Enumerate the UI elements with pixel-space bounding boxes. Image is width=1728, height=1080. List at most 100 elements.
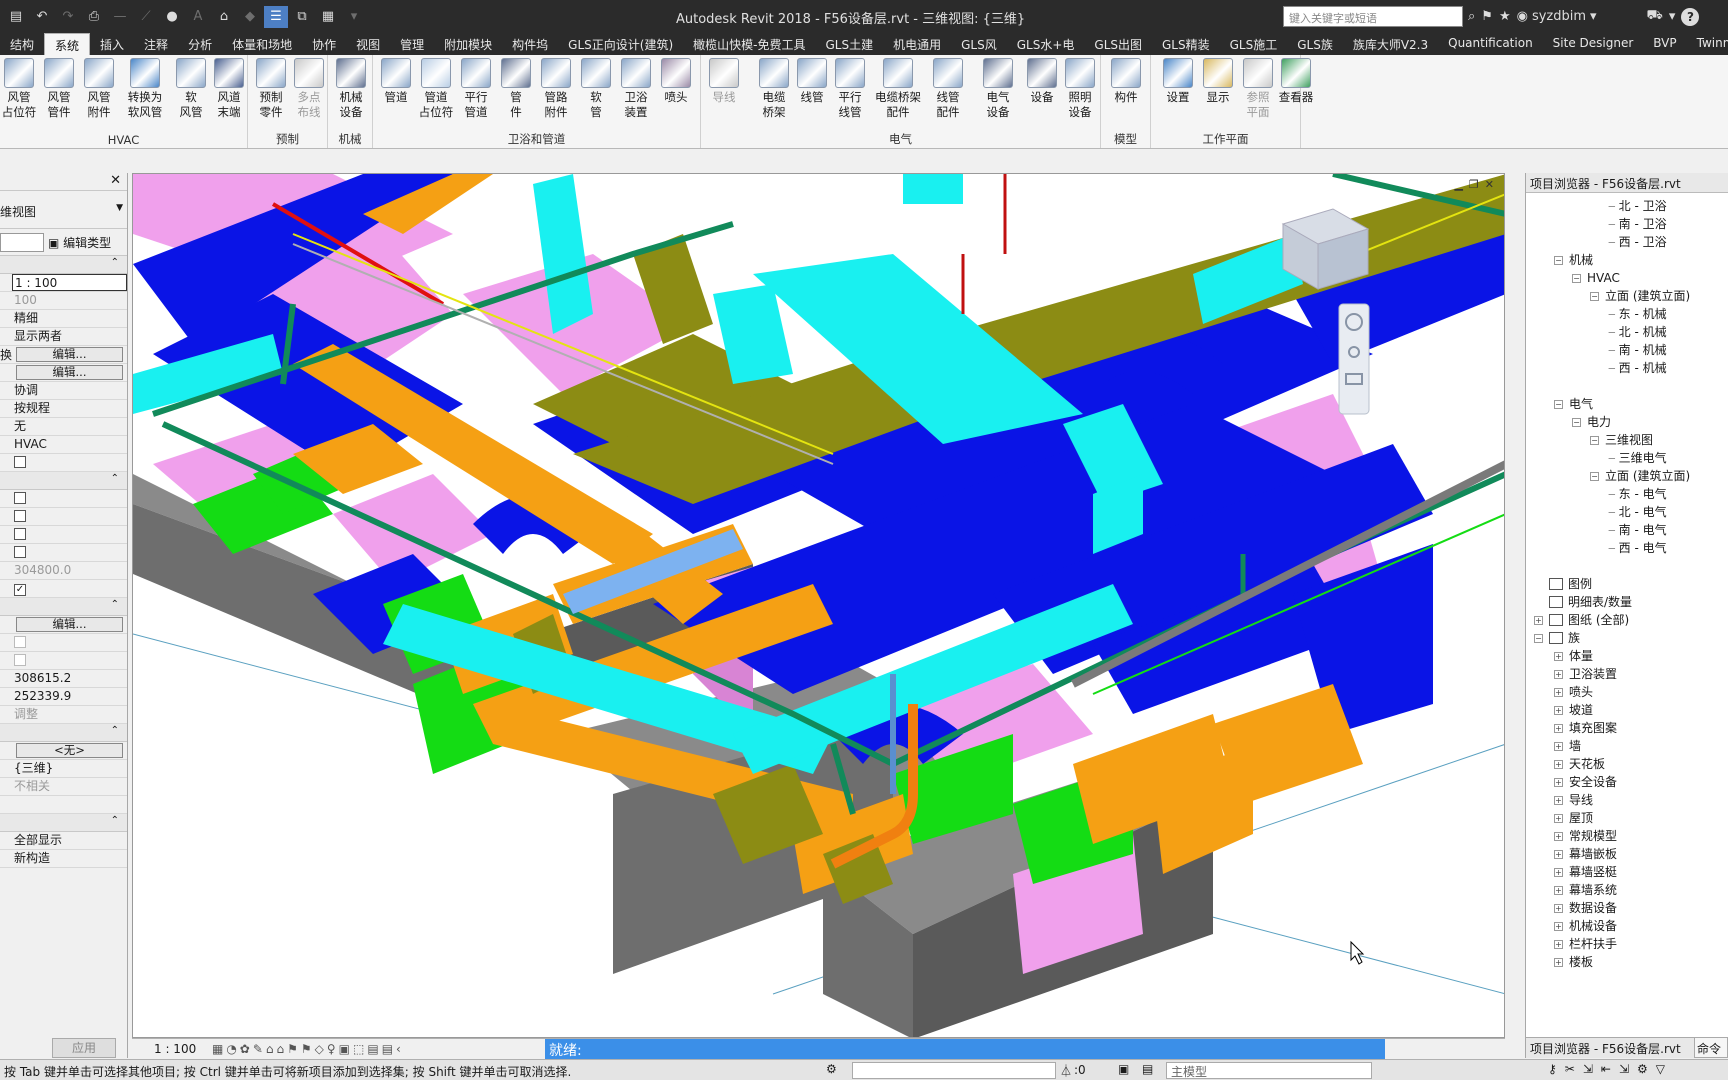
expand-icon[interactable]: + — [1554, 814, 1563, 823]
property-value[interactable]: 编辑... — [12, 364, 127, 381]
expand-icon[interactable]: + — [1554, 670, 1563, 679]
electrical-button-6[interactable]: 电气 设备 — [979, 58, 1017, 120]
search-binoculars-icon[interactable]: ⌕ — [1468, 9, 1475, 24]
expand-icon[interactable]: + — [1554, 922, 1563, 931]
electrical-button-3[interactable]: 平行 线管 — [831, 58, 869, 120]
property-value[interactable]: 不相关 — [12, 778, 127, 795]
switch-windows-icon[interactable]: ▦ — [316, 6, 340, 28]
tab-6[interactable]: 协作 — [302, 33, 346, 55]
property-value[interactable]: 304800.0 — [12, 562, 127, 579]
tree-node[interactable]: − 立面 (建筑立面) — [1590, 287, 1690, 305]
tree-node[interactable]: ‒ 三维电气 — [1608, 449, 1667, 467]
tab-22[interactable]: Quantification — [1438, 33, 1543, 55]
expand-icon[interactable]: + — [1554, 832, 1563, 841]
electrical-button-0[interactable]: 导线 — [705, 58, 743, 105]
expand-icon[interactable]: + — [1554, 850, 1563, 859]
workset-dropdown[interactable] — [852, 1062, 1056, 1079]
close-hidden-icon[interactable]: ⧉ — [290, 6, 314, 28]
workset-icon[interactable]: ⚙ — [826, 1062, 837, 1076]
property-value[interactable]: 100 — [12, 292, 127, 309]
tree-node[interactable]: ‒ 南 - 电气 — [1608, 521, 1667, 539]
property-value[interactable]: 协调 — [12, 382, 127, 399]
favorites-star-icon[interactable]: ★ — [1499, 9, 1511, 24]
property-value[interactable]: 全部显示 — [12, 832, 127, 849]
checkbox[interactable]: ✓ — [14, 584, 26, 596]
command-tab[interactable]: 命令 — [1694, 1037, 1728, 1058]
plumbing-button-2[interactable]: 平行 管道 — [457, 58, 495, 120]
tab-25[interactable]: Twinmotion — [1687, 33, 1728, 55]
tab-11[interactable]: GLS正向设计(建筑) — [558, 33, 683, 55]
expand-icon[interactable]: + — [1554, 796, 1563, 805]
search-input[interactable]: 键入关键字或短语 — [1283, 6, 1463, 27]
edit-type-button[interactable]: ▣ 编辑类型 — [48, 234, 111, 251]
tree-node[interactable]: + 墙 — [1554, 737, 1581, 755]
property-value[interactable]: 按规程 — [12, 400, 127, 417]
plumbing-button-1[interactable]: 管道 占位符 — [417, 58, 455, 120]
tree-node[interactable]: ‒ 南 - 机械 — [1608, 341, 1667, 359]
property-section-header[interactable]: ⌃ — [0, 724, 127, 742]
text-icon[interactable]: A — [186, 6, 210, 28]
tree-node[interactable]: + 卫浴装置 — [1554, 665, 1617, 683]
property-value[interactable]: 显示两者 — [12, 328, 127, 345]
electrical-button-8[interactable]: 照明 设备 — [1061, 58, 1099, 120]
instance-dropdown[interactable] — [0, 233, 44, 252]
tree-node[interactable]: + 安全设备 — [1554, 773, 1617, 791]
tab-24[interactable]: BVP — [1643, 33, 1686, 55]
expand-icon[interactable]: + — [1554, 688, 1563, 697]
property-value[interactable] — [12, 634, 127, 651]
expand-icon[interactable]: + — [1554, 652, 1563, 661]
undo-icon[interactable]: ↶ — [30, 6, 54, 28]
tree-node[interactable]: + 幕墙竖梃 — [1554, 863, 1617, 881]
thin-lines-icon[interactable]: ☰ — [264, 5, 288, 28]
cart-chevron-icon[interactable]: ▾ — [1669, 9, 1676, 24]
tree-node[interactable]: ‒ 南 - 卫浴 — [1608, 215, 1667, 233]
redo-icon[interactable]: ↷ — [56, 6, 80, 28]
close-icon[interactable]: ✕ — [1485, 178, 1494, 191]
tree-node[interactable]: 图例 — [1534, 575, 1592, 593]
tab-2[interactable]: 插入 — [90, 33, 134, 55]
expand-icon[interactable]: + — [1534, 616, 1543, 625]
collapse-icon[interactable]: − — [1572, 418, 1581, 427]
collapse-icon[interactable]: − — [1572, 274, 1581, 283]
print-icon[interactable]: ⎙ — [82, 6, 106, 28]
view-scale[interactable]: 1 : 100 — [154, 1042, 196, 1056]
view-control-icons[interactable]: ▦◔✿✎⌂⌂⚑⚑◇♀▣⬚▤▤‹ — [212, 1042, 404, 1056]
collapse-icon[interactable]: ⌃ — [111, 257, 119, 268]
dimension-icon[interactable]: ⟋ — [134, 6, 158, 28]
tree-node[interactable]: − 电气 — [1554, 395, 1593, 413]
collapse-icon[interactable]: − — [1590, 436, 1599, 445]
checkbox[interactable] — [14, 528, 26, 540]
minimize-icon[interactable]: ▁ — [1454, 178, 1462, 191]
edit-button[interactable]: 编辑... — [16, 365, 123, 380]
checkbox[interactable] — [14, 654, 26, 666]
plumbing-button-0[interactable]: 管道 — [377, 58, 415, 105]
tab-7[interactable]: 视图 — [346, 33, 390, 55]
property-value[interactable]: ✓ — [12, 580, 127, 597]
apply-button[interactable]: 应用 — [52, 1038, 116, 1058]
tab-14[interactable]: 机电通用 — [883, 33, 951, 55]
plumbing-button-6[interactable]: 卫浴 装置 — [617, 58, 655, 120]
property-section-header[interactable]: ⌃ — [0, 472, 127, 490]
collapse-icon[interactable]: ⌃ — [111, 473, 119, 484]
property-value[interactable]: 252339.9 — [12, 688, 127, 705]
close-icon[interactable]: ✕ — [110, 173, 121, 188]
property-value[interactable] — [12, 526, 127, 543]
tree-node[interactable]: + 幕墙系统 — [1554, 881, 1617, 899]
property-section-header[interactable]: ⌃ — [0, 598, 127, 616]
prefab-button-1[interactable]: 多点 布线 — [290, 58, 328, 120]
tree-node[interactable]: + 数据设备 — [1554, 899, 1617, 917]
expand-icon[interactable]: + — [1554, 958, 1563, 967]
tree-node[interactable]: 明细表/数量 — [1534, 593, 1632, 611]
property-value[interactable]: 编辑... — [12, 616, 127, 633]
tab-15[interactable]: GLS风 — [951, 33, 1007, 55]
prefab-button-0[interactable]: 预制 零件 — [252, 58, 290, 120]
expand-icon[interactable]: + — [1554, 706, 1563, 715]
collapse-icon[interactable]: − — [1554, 256, 1563, 265]
workplane-button-1[interactable]: 显示 — [1199, 58, 1237, 105]
measure-icon[interactable]: — — [108, 6, 132, 28]
property-value[interactable]: 编辑... — [12, 346, 127, 363]
tree-node[interactable]: − 机械 — [1554, 251, 1593, 269]
hvac-button-3[interactable]: 转换为 软风管 — [118, 58, 172, 120]
help-icon[interactable]: ? — [1681, 7, 1700, 26]
tab-3[interactable]: 注释 — [134, 33, 178, 55]
